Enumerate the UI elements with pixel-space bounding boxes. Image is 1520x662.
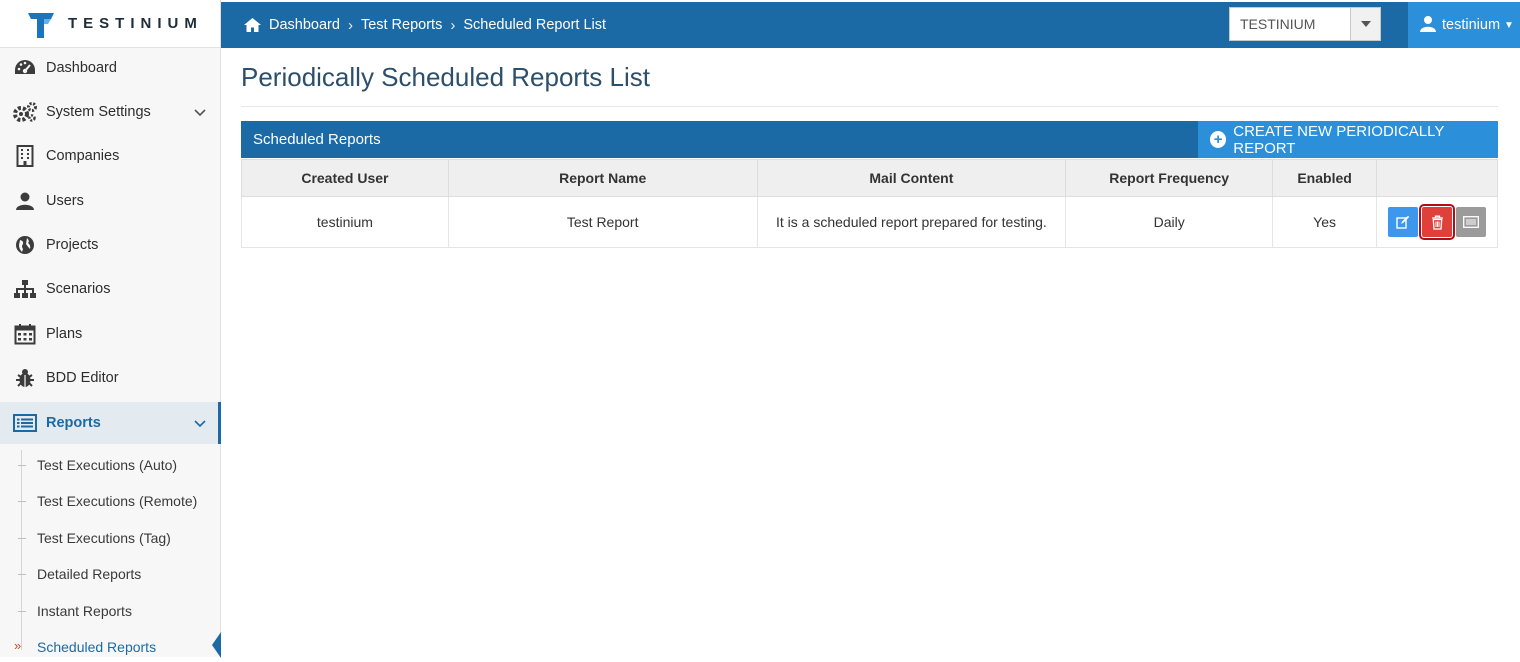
company-select[interactable]: TESTINIUM — [1229, 7, 1381, 41]
edit-icon — [1396, 215, 1410, 229]
plus-circle-icon: + — [1210, 131, 1227, 148]
table-header-row: Created User Report Name Mail Content Re… — [241, 159, 1498, 197]
sidebar-item-dashboard[interactable]: Dashboard — [0, 48, 220, 88]
list-alt-icon — [12, 411, 38, 435]
scheduled-reports-table: Created User Report Name Mail Content Re… — [241, 159, 1498, 248]
brand-name: TESTINIUM — [68, 15, 203, 32]
column-header-created-user[interactable]: Created User — [241, 159, 449, 197]
submenu-item-label: Instant Reports — [37, 603, 132, 619]
user-menu[interactable]: testinium ▼ — [1408, 2, 1520, 48]
username: testinium — [1442, 17, 1501, 33]
top-navbar: Dashboard › Test Reports › Scheduled Rep… — [221, 2, 1520, 48]
submenu-item-label: Scheduled Reports — [37, 639, 157, 655]
create-report-label: CREATE NEW PERIODICALLY REPORT — [1233, 122, 1445, 157]
sidebar-item-label: Projects — [46, 237, 99, 253]
column-header-report-frequency[interactable]: Report Frequency — [1065, 159, 1274, 197]
delete-button[interactable] — [1419, 204, 1456, 240]
caret-down-icon[interactable] — [1350, 8, 1380, 40]
list-icon — [1463, 216, 1479, 228]
tree-dash — [18, 538, 26, 539]
submenu-item-test-executions-tag[interactable]: Test Executions (Tag) — [0, 523, 220, 553]
double-chevron-right-icon: » — [14, 638, 22, 653]
caret-down-icon: ▼ — [1504, 19, 1514, 31]
user-icon — [12, 189, 38, 213]
chevron-down-icon — [192, 104, 208, 120]
sidebar-item-reports[interactable]: Reports — [0, 402, 221, 444]
sitemap-icon — [12, 277, 38, 301]
cell-created-user: testinium — [241, 196, 449, 248]
sidebar-item-label: Plans — [46, 326, 83, 342]
breadcrumb-dashboard[interactable]: Dashboard — [269, 17, 340, 33]
breadcrumb: Dashboard › Test Reports › Scheduled Rep… — [243, 2, 606, 48]
cell-actions — [1376, 196, 1498, 248]
sidebar-item-scenarios[interactable]: Scenarios — [0, 269, 220, 309]
sidebar-item-plans[interactable]: Plans — [0, 314, 220, 354]
sidebar-item-label: Scenarios — [46, 281, 111, 297]
calendar-icon — [12, 322, 38, 346]
tree-dash — [18, 465, 26, 466]
cell-report-name: Test Report — [447, 196, 758, 248]
cell-report-frequency: Daily — [1065, 196, 1274, 248]
sidebar-item-label: Companies — [46, 148, 120, 164]
table-row: testinium Test Report It is a scheduled … — [241, 196, 1498, 248]
sidebar-item-label: Dashboard — [46, 60, 117, 76]
testinium-logo-icon — [26, 10, 56, 38]
sidebar-item-companies[interactable]: Companies — [0, 136, 220, 176]
globe-icon — [12, 233, 38, 257]
submenu-item-test-executions-auto[interactable]: Test Executions (Auto) — [0, 450, 220, 480]
company-select-value: TESTINIUM — [1240, 16, 1316, 32]
submenu-item-test-executions-remote[interactable]: Test Executions (Remote) — [0, 486, 220, 516]
sidebar-item-projects[interactable]: Projects — [0, 225, 220, 265]
cell-mail-content: It is a scheduled report prepared for te… — [756, 196, 1067, 248]
sidebar: TESTINIUM Dashboard System Settings Comp… — [0, 0, 221, 658]
home-icon[interactable] — [243, 17, 262, 33]
submenu-item-instant-reports[interactable]: Instant Reports — [0, 596, 220, 626]
user-icon — [1420, 15, 1436, 36]
sidebar-item-bdd-editor[interactable]: BDD Editor — [0, 358, 220, 398]
column-header-enabled[interactable]: Enabled — [1272, 159, 1378, 197]
building-icon — [12, 144, 38, 168]
panel-title: Scheduled Reports — [253, 131, 381, 148]
chevron-down-icon — [192, 415, 208, 431]
tree-dash — [18, 574, 26, 575]
sidebar-item-label: System Settings — [46, 104, 151, 120]
submenu-item-label: Test Executions (Tag) — [37, 530, 171, 546]
sidebar-item-label: Users — [46, 193, 84, 209]
column-header-mail-content[interactable]: Mail Content — [756, 159, 1067, 197]
submenu-item-label: Test Executions (Auto) — [37, 457, 178, 473]
sidebar-item-label: Reports — [46, 415, 101, 431]
breadcrumb-current: Scheduled Report List — [463, 17, 607, 33]
brand-logo[interactable]: TESTINIUM — [0, 0, 220, 48]
sidebar-item-label: BDD Editor — [46, 370, 119, 386]
edit-button[interactable] — [1388, 207, 1419, 237]
create-report-button[interactable]: + CREATE NEW PERIODICALLY REPORT — [1198, 121, 1498, 158]
sidebar-item-users[interactable]: Users — [0, 181, 220, 221]
tree-dash — [18, 611, 26, 612]
column-header-report-name[interactable]: Report Name — [447, 159, 758, 197]
active-indicator — [212, 632, 221, 658]
breadcrumb-test-reports[interactable]: Test Reports — [361, 17, 442, 33]
breadcrumb-separator-icon: › — [450, 16, 456, 34]
breadcrumb-separator-icon: › — [347, 16, 353, 34]
panel-header: Scheduled Reports + CREATE NEW PERIODICA… — [241, 121, 1498, 158]
cell-enabled: Yes — [1272, 196, 1378, 248]
submenu-item-label: Test Executions (Remote) — [37, 493, 198, 509]
column-header-actions — [1376, 159, 1498, 197]
dashboard-icon — [12, 56, 38, 80]
divider — [241, 106, 1498, 107]
submenu-item-detailed-reports[interactable]: Detailed Reports — [0, 559, 220, 589]
submenu-item-label: Detailed Reports — [37, 566, 142, 582]
tree-dash — [18, 501, 26, 502]
page-title: Periodically Scheduled Reports List — [241, 62, 650, 92]
bug-icon — [12, 366, 38, 390]
sidebar-item-system-settings[interactable]: System Settings — [0, 92, 220, 132]
submenu-item-scheduled-reports[interactable]: » Scheduled Reports — [0, 632, 220, 662]
gears-icon — [12, 100, 38, 124]
details-button[interactable] — [1456, 207, 1487, 237]
trash-icon — [1431, 215, 1443, 230]
